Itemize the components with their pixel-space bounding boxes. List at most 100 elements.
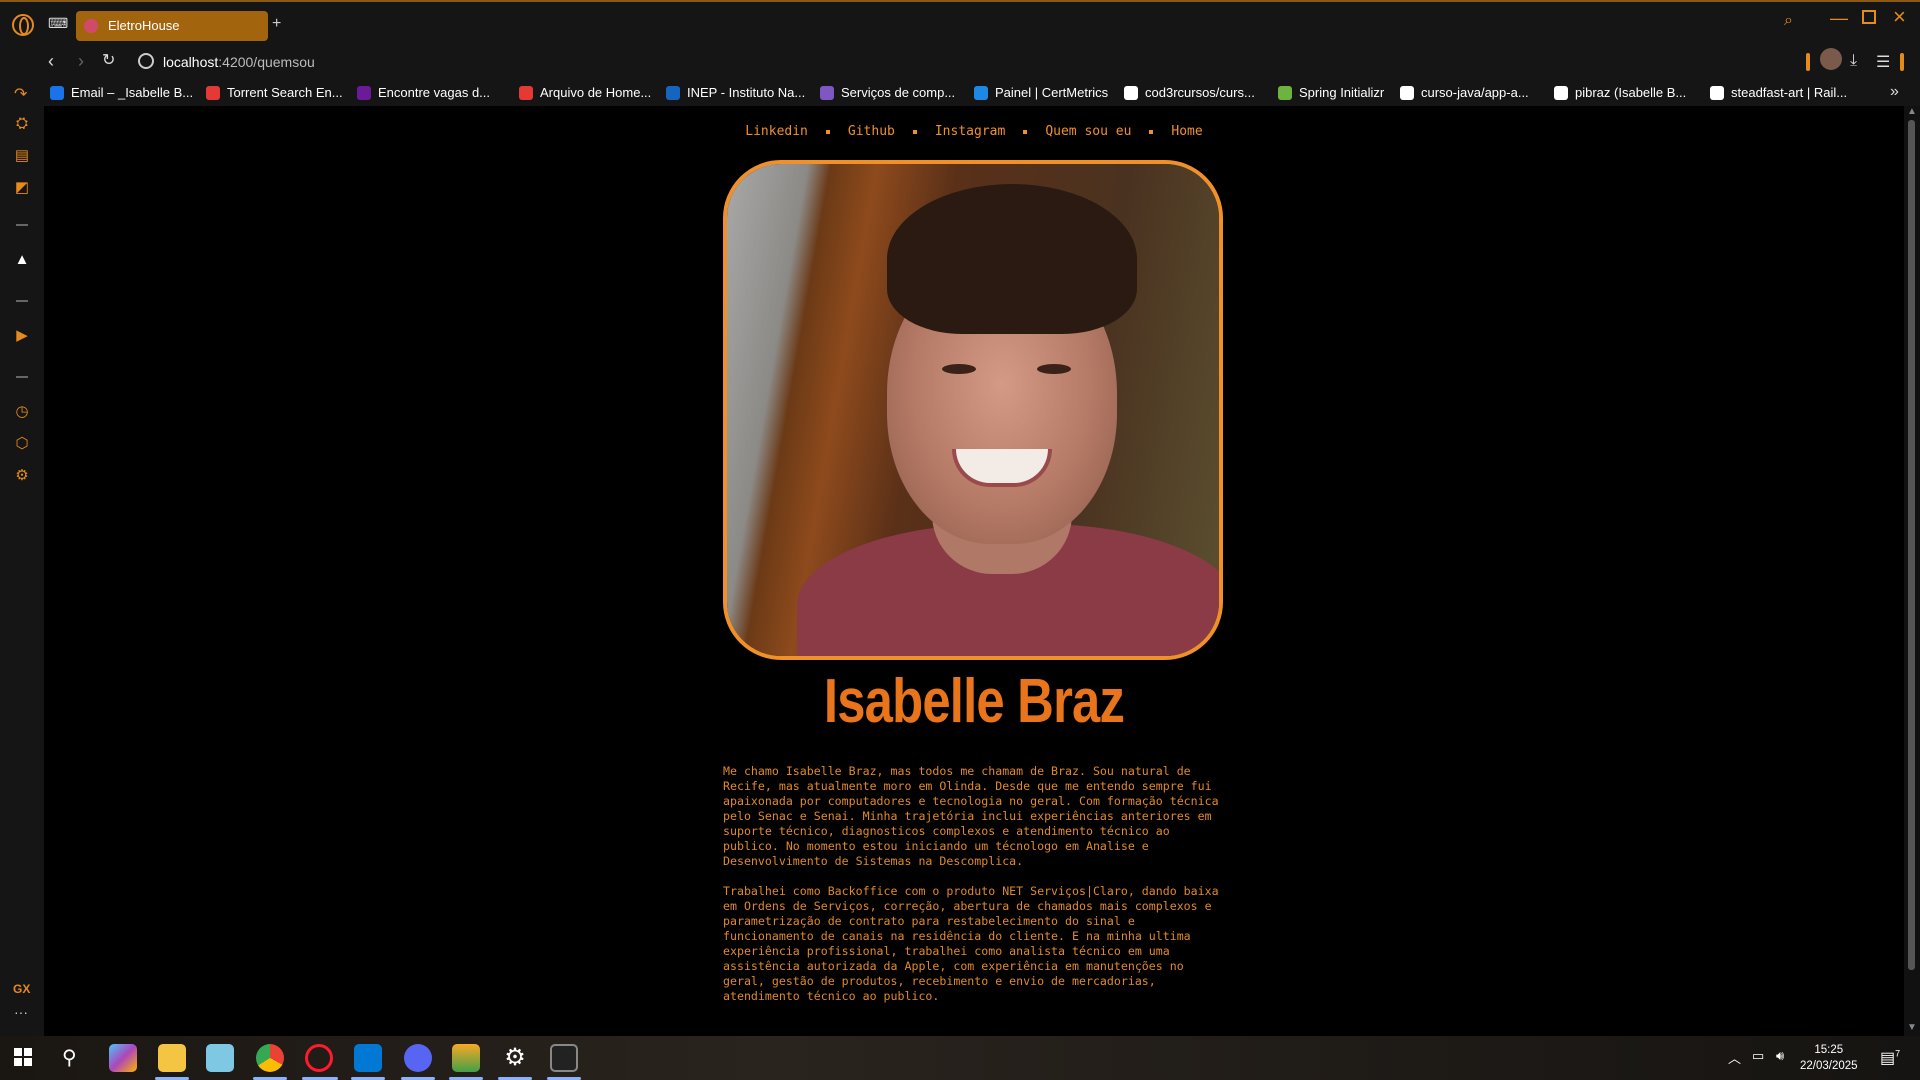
- sidebar-indicator-right: [1900, 53, 1904, 71]
- back-icon[interactable]: ‹: [48, 52, 54, 70]
- bookmark-favicon-icon: [206, 85, 220, 100]
- forward-icon[interactable]: ›: [78, 52, 84, 70]
- bio-paragraph: Trabalhei como Backoffice com o produto …: [723, 884, 1219, 1003]
- bio-paragraph: Me chamo Isabelle Braz, mas todos me cha…: [723, 764, 1219, 868]
- opera-menu-icon[interactable]: [12, 14, 34, 36]
- clock-date: 22/03/2025: [1800, 1060, 1858, 1072]
- extensions-icon[interactable]: ⬡: [12, 434, 32, 454]
- bookmark-label: Painel | CertMetrics: [995, 85, 1109, 100]
- bookmark-item[interactable]: Encontre vagas d...: [357, 85, 490, 100]
- bluestacks-icon[interactable]: [452, 1044, 480, 1072]
- profile-photo: [723, 160, 1223, 660]
- aria-icon[interactable]: ▲: [12, 250, 32, 270]
- minimize-icon[interactable]: —: [1830, 8, 1848, 29]
- notification-count: 7: [1895, 1048, 1901, 1059]
- url-path: :4200/quemsou: [218, 54, 315, 70]
- history-icon[interactable]: ◷: [12, 402, 32, 422]
- notification-icon[interactable]: ▤7: [1880, 1048, 1900, 1068]
- photo-hair: [887, 184, 1137, 334]
- page-viewport: Linkedin Github Instagram Quem sou eu Home I…: [44, 106, 1904, 1036]
- address-bar: ‹ › ↻ localhost:4200/quemsou ⤓ ☰: [0, 44, 1920, 80]
- bookmark-item[interactable]: pibraz (Isabelle B...: [1554, 85, 1686, 100]
- bookmark-label: Encontre vagas d...: [378, 85, 491, 100]
- gx-control-icon[interactable]: ⛭: [12, 114, 32, 134]
- more-bookmarks-icon[interactable]: »: [1890, 83, 1899, 101]
- volume-icon[interactable]: 🔊︎: [1776, 1048, 1784, 1064]
- bookmark-favicon-icon: [1710, 85, 1724, 100]
- bookmark-item[interactable]: Torrent Search En...: [206, 85, 343, 100]
- tray-chevron-icon[interactable]: ︿: [1728, 1048, 1741, 1067]
- gamepad-icon[interactable]: ⌨: [48, 16, 68, 30]
- scroll-thumb[interactable]: [1908, 120, 1915, 970]
- chrome-icon[interactable]: [256, 1044, 284, 1072]
- profile-avatar[interactable]: [1820, 48, 1842, 70]
- settings-icon[interactable]: ⚙: [12, 466, 32, 486]
- bookmark-item[interactable]: curso-java/app-a...: [1400, 85, 1529, 100]
- tab-search-icon[interactable]: ⌕: [1784, 12, 1793, 30]
- close-icon[interactable]: ×: [1893, 4, 1906, 30]
- nav-link-github[interactable]: Github: [848, 124, 895, 139]
- page-title: Isabelle Braz: [823, 667, 1125, 736]
- url-field[interactable]: localhost:4200/quemsou: [163, 54, 315, 70]
- nav-separator: [912, 129, 917, 134]
- vscode-icon[interactable]: [354, 1044, 382, 1072]
- more-icon[interactable]: ···: [14, 1004, 28, 1020]
- bookmark-item[interactable]: Serviços de comp...: [820, 85, 955, 100]
- bookmark-item[interactable]: Spring Initializr: [1278, 85, 1384, 100]
- download-icon[interactable]: ⤓: [1850, 52, 1857, 70]
- bookmark-item[interactable]: steadfast-art | Rail...: [1710, 85, 1847, 100]
- nav-link-instagram[interactable]: Instagram: [935, 124, 1005, 139]
- scroll-down-icon[interactable]: ▼: [1907, 1022, 1917, 1033]
- taskbar-clock[interactable]: 15:25 22/03/2025: [1800, 1042, 1858, 1074]
- bookmark-item[interactable]: cod3rcursos/curs...: [1124, 85, 1255, 100]
- gx-logo-icon[interactable]: GX: [13, 982, 30, 996]
- site-info-icon[interactable]: [138, 53, 154, 69]
- bookmark-item[interactable]: Painel | CertMetrics: [974, 85, 1108, 100]
- photo-eye: [1037, 364, 1071, 374]
- page-scrollbar[interactable]: ▲ ▼: [1904, 106, 1920, 1036]
- copilot-icon[interactable]: [109, 1044, 137, 1072]
- tab-favicon-icon: [84, 19, 98, 33]
- browser-titlebar: ⌨ EletroHouse + ⌕ — ×: [0, 0, 1920, 44]
- discord-icon[interactable]: [404, 1044, 432, 1072]
- bookmark-item[interactable]: INEP - Instituto Na...: [666, 85, 805, 100]
- easy-setup-icon[interactable]: ☰: [1876, 52, 1890, 72]
- sidebar-divider: [16, 300, 28, 302]
- new-tab-icon[interactable]: +: [272, 16, 281, 32]
- speed-dial-icon[interactable]: ↷: [14, 84, 27, 104]
- bookmark-favicon-icon: [50, 85, 64, 100]
- network-icon[interactable]: ▭: [1752, 1048, 1764, 1064]
- nav-link-quem-sou-eu[interactable]: Quem sou eu: [1045, 124, 1131, 139]
- windows-start-icon[interactable]: [14, 1048, 32, 1066]
- bookmark-favicon-icon: [1278, 85, 1292, 100]
- reload-icon[interactable]: ↻: [102, 52, 115, 70]
- sidebar-indicator: [1806, 53, 1810, 71]
- bookmark-favicon-icon: [820, 85, 834, 100]
- file-explorer-icon[interactable]: [158, 1044, 186, 1072]
- nav-link-linkedin[interactable]: Linkedin: [745, 124, 808, 139]
- bookmark-label: Email – _Isabelle B...: [71, 85, 194, 100]
- search-icon[interactable]: ⚲: [62, 1045, 77, 1070]
- site-nav: Linkedin Github Instagram Quem sou eu Home: [44, 124, 1904, 139]
- bookmark-favicon-icon: [666, 85, 680, 100]
- gx-cleaner-icon[interactable]: ▤: [12, 146, 32, 166]
- nav-separator: [1149, 129, 1154, 134]
- player-icon[interactable]: ▶: [12, 326, 32, 346]
- maximize-icon[interactable]: [1862, 10, 1876, 24]
- browser-tab-active[interactable]: EletroHouse: [76, 11, 268, 41]
- snipping-tool-icon[interactable]: [206, 1044, 234, 1072]
- nav-link-home[interactable]: Home: [1171, 124, 1202, 139]
- bio-text: Me chamo Isabelle Braz, mas todos me cha…: [723, 764, 1223, 1019]
- bookmark-favicon-icon: [357, 85, 371, 100]
- bookmark-favicon-icon: [1124, 85, 1138, 100]
- bookmark-label: INEP - Instituto Na...: [687, 85, 806, 100]
- bookmark-item[interactable]: Arquivo de Home...: [519, 85, 651, 100]
- settings-app-icon[interactable]: ⚙: [501, 1044, 529, 1072]
- bookmarks-bar: ↷ Email – _Isabelle B... Torrent Search E…: [0, 80, 1920, 106]
- terminal-icon[interactable]: [550, 1044, 578, 1072]
- opera-gx-icon[interactable]: [305, 1044, 333, 1072]
- bookmark-item[interactable]: Email – _Isabelle B...: [50, 85, 193, 100]
- gx-corner-icon[interactable]: ◩: [12, 178, 32, 198]
- scroll-up-icon[interactable]: ▲: [1907, 106, 1917, 117]
- bookmark-label: Torrent Search En...: [227, 85, 343, 100]
